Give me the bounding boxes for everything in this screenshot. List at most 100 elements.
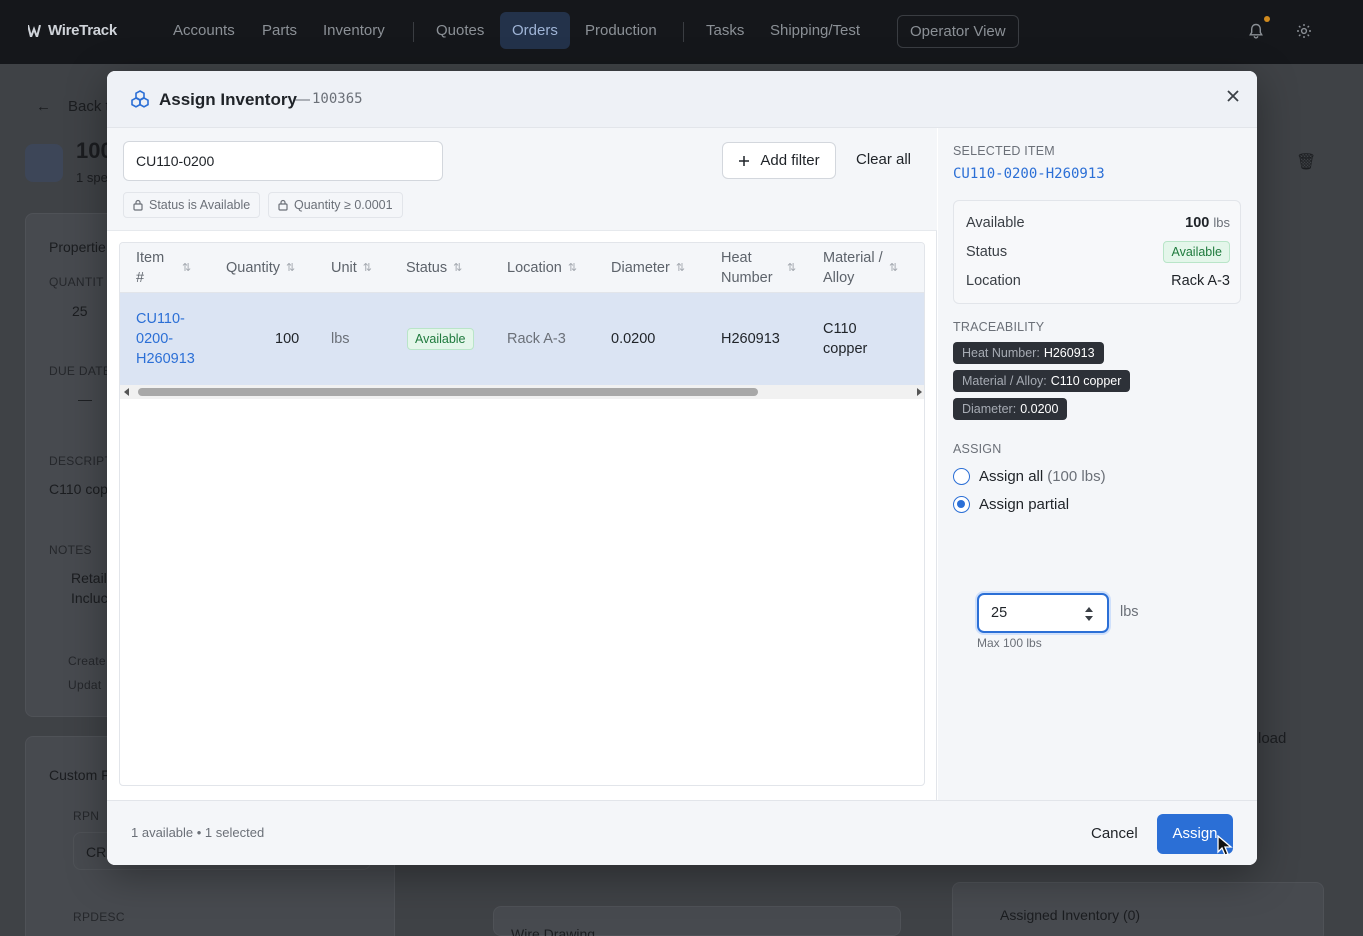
top-nav: WireTrack Accounts Parts Inventory Quote… (0, 0, 1363, 64)
nav-orders[interactable]: Orders (500, 12, 570, 49)
sort-icon: ⇅ (889, 262, 899, 274)
nav-accounts[interactable]: Accounts (173, 22, 235, 39)
cell-item-line: CU110- (136, 311, 185, 327)
location-row: Location Rack A-3 (966, 270, 1230, 292)
filter-chip-label: Status is Available (149, 198, 251, 212)
description-label: DESCRIPT (49, 454, 113, 468)
clear-all-button[interactable]: Clear all (856, 151, 911, 168)
filter-chip-quantity: Quantity ≥ 0.0001 (268, 192, 403, 218)
location-value: Rack A-3 (1171, 273, 1230, 289)
assign-inventory-modal: Assign Inventory — 100365 Add filter Cle… (107, 71, 1257, 865)
boxes-icon (131, 90, 149, 108)
assign-all-radio[interactable] (953, 468, 970, 485)
horizontal-scrollbar[interactable] (120, 385, 924, 399)
properties-heading: Propertie (49, 239, 106, 255)
column-heat-number[interactable]: Heat Number ⇅ (721, 243, 796, 293)
selected-item-summary: Available 100 lbs Status Available Locat… (953, 200, 1241, 304)
selected-item-label: SELECTED ITEM (953, 144, 1055, 158)
assign-partial-option[interactable]: Assign partial (953, 496, 1069, 513)
quantity-stepper-icon[interactable] (1083, 605, 1095, 623)
assign-all-text: Assign all (100 lbs) (979, 468, 1106, 485)
logo-icon (28, 24, 41, 37)
app-logo-text: WireTrack (48, 22, 117, 39)
notification-dot (1264, 16, 1270, 22)
trace-tag-key: Heat Number: (962, 346, 1040, 360)
column-diameter[interactable]: Diameter ⇅ (611, 243, 685, 293)
sort-icon: ⇅ (567, 262, 578, 274)
add-filter-label: Add filter (760, 152, 820, 169)
bell-icon[interactable] (1248, 23, 1264, 39)
sort-icon: ⇅ (182, 262, 192, 274)
add-filter-button[interactable]: Add filter (722, 142, 836, 179)
rpn-label: RPN (73, 809, 100, 823)
partial-quantity-field[interactable] (977, 593, 1109, 633)
column-item[interactable]: Item # ⇅ (136, 243, 198, 293)
cell-item[interactable]: CU110- 0200- H260913 (136, 293, 195, 385)
notes-line-2: Incluc (71, 590, 108, 606)
table-row[interactable]: CU110- 0200- H260913 100 lbs Available R… (120, 293, 924, 385)
assigned-inventory-heading: Assigned Inventory (0) (1000, 907, 1141, 923)
status-badge: Available (407, 328, 474, 350)
nav-inventory[interactable]: Inventory (323, 22, 385, 39)
description-value: C110 cop (49, 481, 108, 497)
filter-bar: Add filter Clear all Status is Available… (107, 128, 937, 231)
column-unit-label: Unit (331, 260, 357, 276)
nav-shipping-test[interactable]: Shipping/Test (770, 22, 860, 39)
assign-all-label: Assign all (979, 468, 1044, 485)
created-label: Create (68, 654, 106, 668)
trace-tag-material-alloy: Material / Alloy: C110 copper (953, 370, 1131, 392)
scrollbar-thumb[interactable] (138, 388, 758, 396)
available-label: Available (966, 215, 1025, 231)
custom-fields-heading: Custom F (49, 767, 110, 783)
scroll-right-icon[interactable] (917, 388, 922, 396)
back-link: Back t (68, 98, 110, 115)
selected-item-id: CU110-0200-H260913 (953, 166, 1105, 182)
gear-icon[interactable] (1296, 23, 1312, 39)
search-input[interactable] (123, 141, 443, 181)
close-icon[interactable] (1223, 86, 1243, 106)
assign-section-label: ASSIGN (953, 442, 1002, 456)
rpdesc-label: RPDESC (73, 910, 125, 924)
order-number: 100365 (312, 91, 363, 107)
trash-icon: 🗑 (1296, 154, 1317, 171)
nav-tasks[interactable]: Tasks (706, 22, 744, 39)
modal-footer: 1 available • 1 selected Cancel Assign (107, 800, 1257, 865)
assign-all-hint: (100 lbs) (1047, 468, 1106, 485)
column-status-label: Status (406, 260, 448, 276)
cell-quantity: 100 (275, 331, 300, 347)
title-separator: — (295, 91, 310, 108)
filter-chip-label: Quantity ≥ 0.0001 (294, 198, 393, 212)
sort-icon: ⇅ (675, 262, 686, 274)
location-label: Location (966, 273, 1021, 289)
lock-icon (278, 199, 288, 211)
sort-icon: ⇅ (787, 262, 797, 274)
nav-parts[interactable]: Parts (262, 22, 297, 39)
operator-view-button[interactable]: Operator View (897, 15, 1019, 48)
modal-title: Assign Inventory (159, 90, 297, 109)
nav-quotes[interactable]: Quotes (436, 22, 484, 39)
column-material-alloy[interactable]: Material / Alloy ⇅ (823, 243, 898, 293)
column-status[interactable]: Status ⇅ (406, 243, 462, 293)
column-location[interactable]: Location ⇅ (507, 243, 577, 293)
cell-material-line: copper (823, 341, 868, 357)
due-date-label: DUE DATE (49, 364, 112, 378)
scroll-left-icon[interactable] (124, 388, 129, 396)
assign-partial-radio[interactable] (953, 496, 970, 513)
column-quantity[interactable]: Quantity ⇅ (226, 243, 295, 293)
load-button-fragment: load (1258, 730, 1287, 747)
app-logo[interactable]: WireTrack (28, 22, 117, 39)
assign-all-option[interactable]: Assign all (100 lbs) (953, 468, 1106, 485)
notes-line-1: Retail (71, 570, 107, 586)
quantity-value: 25 (72, 303, 88, 319)
trace-tag-heat-number: Heat Number: H260913 (953, 342, 1104, 364)
trace-tag-value: 0.0200 (1020, 402, 1059, 416)
column-unit[interactable]: Unit ⇅ (331, 243, 372, 293)
wire-drawing-label: Wire Drawing (511, 926, 596, 936)
cell-diameter: 0.0200 (611, 331, 656, 347)
cancel-button[interactable]: Cancel (1082, 819, 1147, 849)
due-date-value: — (78, 391, 92, 407)
selection-detail-pane: SELECTED ITEM CU110-0200-H260913 Availab… (938, 128, 1257, 800)
partial-quantity-input[interactable] (991, 605, 1071, 621)
trace-tag-key: Material / Alloy: (962, 374, 1047, 388)
nav-production[interactable]: Production (585, 22, 657, 39)
